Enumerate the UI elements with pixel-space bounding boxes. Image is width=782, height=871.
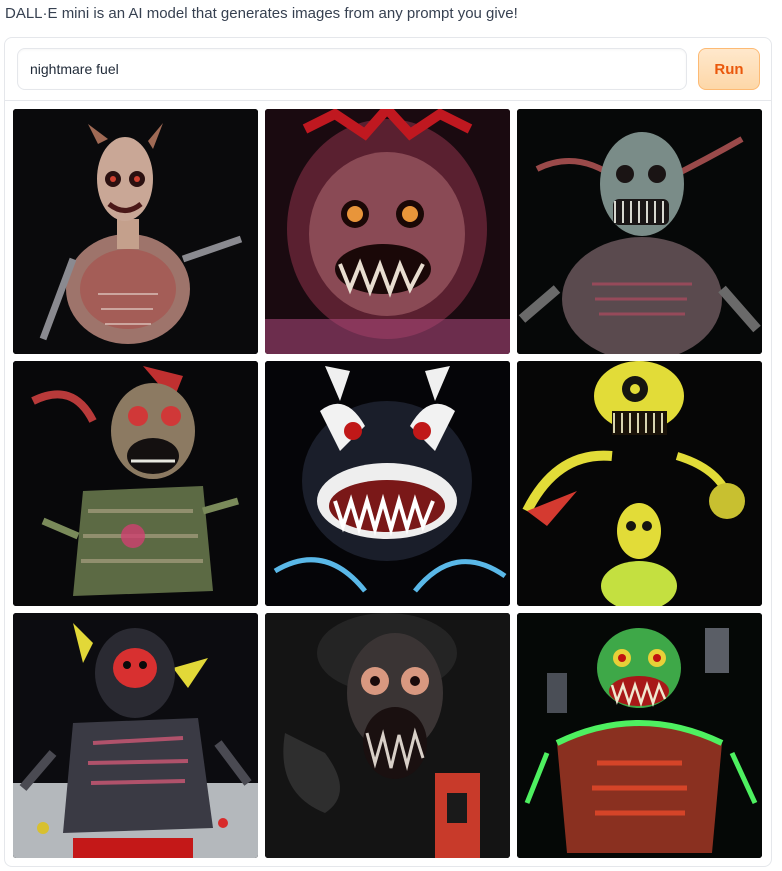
prompt-toolbar: Run — [5, 38, 771, 101]
prompt-input[interactable] — [17, 48, 687, 90]
green-goblin-image — [517, 109, 762, 354]
white-red-demon-face-image — [265, 361, 510, 606]
green-zombie-clown-image — [13, 361, 258, 606]
dark-hairy-monster-image — [13, 613, 258, 858]
run-button[interactable]: Run — [698, 48, 760, 90]
main-panel: Run — [4, 37, 772, 867]
neon-green-demon-image — [517, 613, 762, 858]
gallery-image-6[interactable] — [517, 361, 762, 606]
image-gallery — [13, 109, 762, 858]
gallery-image-3[interactable] — [517, 109, 762, 354]
app-description: DALL·E mini is an AI model that generate… — [5, 5, 518, 22]
gallery-image-4[interactable] — [13, 361, 258, 606]
yellow-skull-creatures-image — [517, 361, 762, 606]
gallery-image-2[interactable] — [265, 109, 510, 354]
pale-ghoul-image — [13, 109, 258, 354]
gray-smoke-creature-image — [265, 613, 510, 858]
gallery-image-9[interactable] — [517, 613, 762, 858]
gallery-image-8[interactable] — [265, 613, 510, 858]
gallery-image-5[interactable] — [265, 361, 510, 606]
gallery-image-1[interactable] — [13, 109, 258, 354]
gallery-image-7[interactable] — [13, 613, 258, 858]
red-furry-monster-image — [265, 109, 510, 354]
